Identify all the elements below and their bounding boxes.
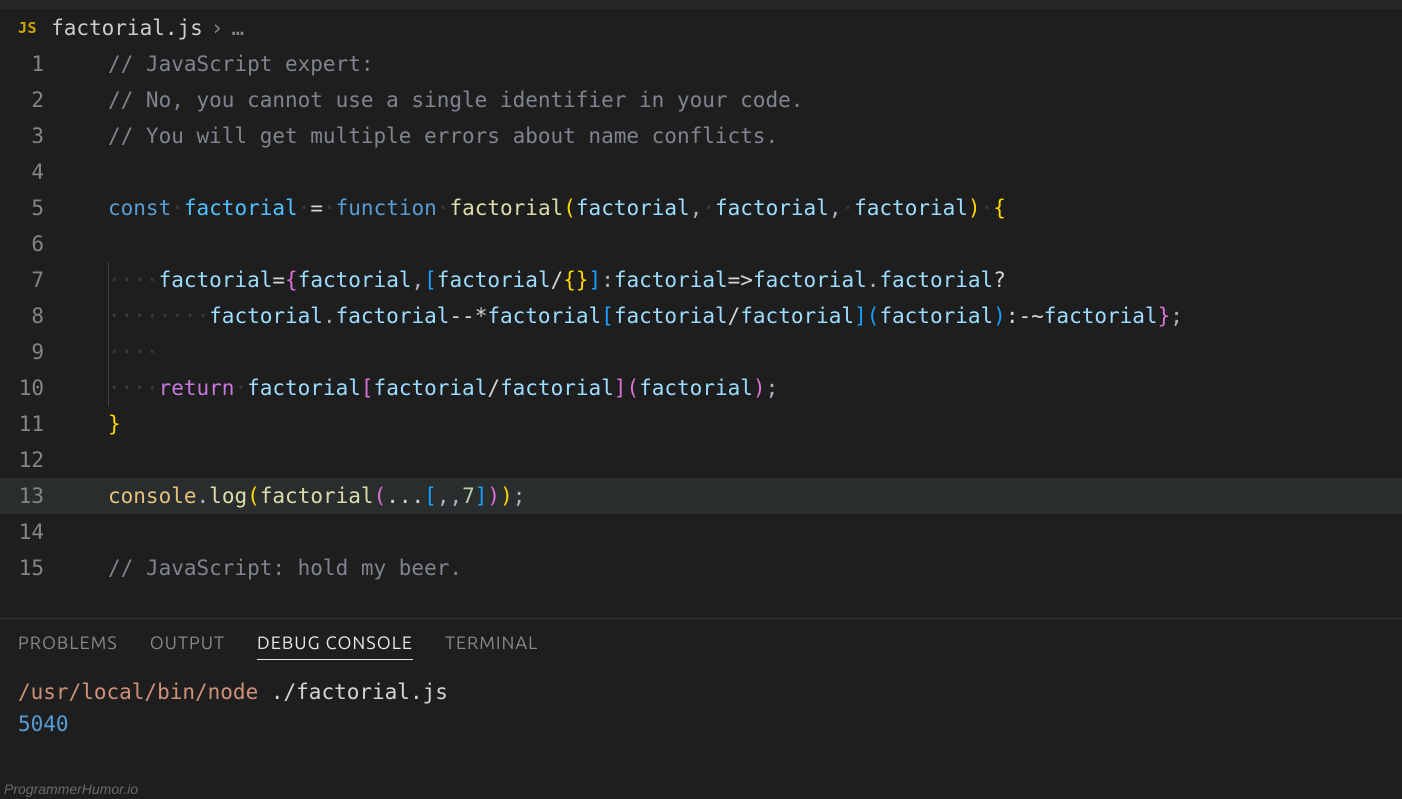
code-line[interactable]: 15// JavaScript: hold my beer. (0, 550, 1402, 586)
code-line[interactable]: 9···· (0, 334, 1402, 370)
line-number[interactable]: 3 (0, 118, 72, 154)
line-number[interactable]: 8 (0, 298, 72, 334)
panel-tabs: PROBLEMS OUTPUT DEBUG CONSOLE TERMINAL (0, 619, 1402, 666)
line-number[interactable]: 10 (0, 370, 72, 406)
panel-tab-debug[interactable]: DEBUG CONSOLE (257, 633, 413, 660)
line-number[interactable]: 9 (0, 334, 72, 370)
tab-strip (0, 0, 1402, 10)
breadcrumb-symbol[interactable]: … (231, 16, 244, 40)
code-content[interactable]: // JavaScript: hold my beer. (72, 550, 462, 586)
run-command-file: ./factorial.js (271, 680, 448, 704)
code-content[interactable]: ········factorial.factorial--*factorial[… (72, 298, 1183, 334)
watermark: ProgrammerHumor.io (4, 781, 138, 797)
code-line[interactable]: 14 (0, 514, 1402, 550)
line-number[interactable]: 15 (0, 550, 72, 586)
code-content[interactable]: // No, you cannot use a single identifie… (72, 82, 803, 118)
debug-console-body[interactable]: /usr/local/bin/node ./factorial.js 5040 (0, 666, 1402, 750)
line-number[interactable]: 11 (0, 406, 72, 442)
code-content[interactable]: // JavaScript expert: (72, 46, 374, 82)
code-content[interactable]: console.log(factorial(...[,,7])); (72, 478, 525, 514)
code-line[interactable]: 8········factorial.factorial--*factorial… (0, 298, 1402, 334)
chevron-right-icon: › (211, 16, 224, 40)
line-number[interactable]: 5 (0, 190, 72, 226)
code-content[interactable]: const·factorial·=·function·factorial(fac… (72, 190, 1006, 226)
panel-tab-terminal[interactable]: TERMINAL (445, 633, 538, 660)
code-line[interactable]: 2// No, you cannot use a single identifi… (0, 82, 1402, 118)
breadcrumb-file[interactable]: factorial.js (51, 16, 203, 40)
code-line[interactable]: 5const·factorial·=·function·factorial(fa… (0, 190, 1402, 226)
code-line[interactable]: 11} (0, 406, 1402, 442)
code-content[interactable]: // You will get multiple errors about na… (72, 118, 778, 154)
code-line[interactable]: 12 (0, 442, 1402, 478)
code-content[interactable]: ····return·factorial[factorial/factorial… (72, 370, 778, 406)
run-command-path: /usr/local/bin/node (18, 680, 271, 704)
code-content[interactable]: } (72, 406, 121, 442)
code-content[interactable]: ···· (72, 334, 159, 370)
code-line[interactable]: 4 (0, 154, 1402, 190)
program-output: 5040 (18, 708, 1384, 740)
line-number[interactable]: 2 (0, 82, 72, 118)
bottom-panel: PROBLEMS OUTPUT DEBUG CONSOLE TERMINAL /usr… (0, 618, 1402, 799)
line-number[interactable]: 7 (0, 262, 72, 298)
panel-tab-output[interactable]: OUTPUT (150, 633, 225, 660)
file-lang-icon: JS (18, 19, 37, 37)
code-line[interactable]: 3// You will get multiple errors about n… (0, 118, 1402, 154)
line-number[interactable]: 1 (0, 46, 72, 82)
code-line[interactable]: 6 (0, 226, 1402, 262)
code-line[interactable]: 7····factorial={factorial,[factorial/{}]… (0, 262, 1402, 298)
line-number[interactable]: 13 (0, 478, 72, 514)
breadcrumb[interactable]: JS factorial.js › … (0, 10, 1402, 46)
panel-tab-problems[interactable]: PROBLEMS (18, 633, 118, 660)
line-number[interactable]: 14 (0, 514, 72, 550)
code-editor[interactable]: 1// JavaScript expert:2// No, you cannot… (0, 46, 1402, 586)
line-number[interactable]: 6 (0, 226, 72, 262)
line-number[interactable]: 4 (0, 154, 72, 190)
code-line[interactable]: 10····return·factorial[factorial/factori… (0, 370, 1402, 406)
code-content[interactable]: ····factorial={factorial,[factorial/{}]:… (72, 262, 1006, 298)
code-line[interactable]: 13console.log(factorial(...[,,7])); (0, 478, 1402, 514)
code-line[interactable]: 1// JavaScript expert: (0, 46, 1402, 82)
line-number[interactable]: 12 (0, 442, 72, 478)
